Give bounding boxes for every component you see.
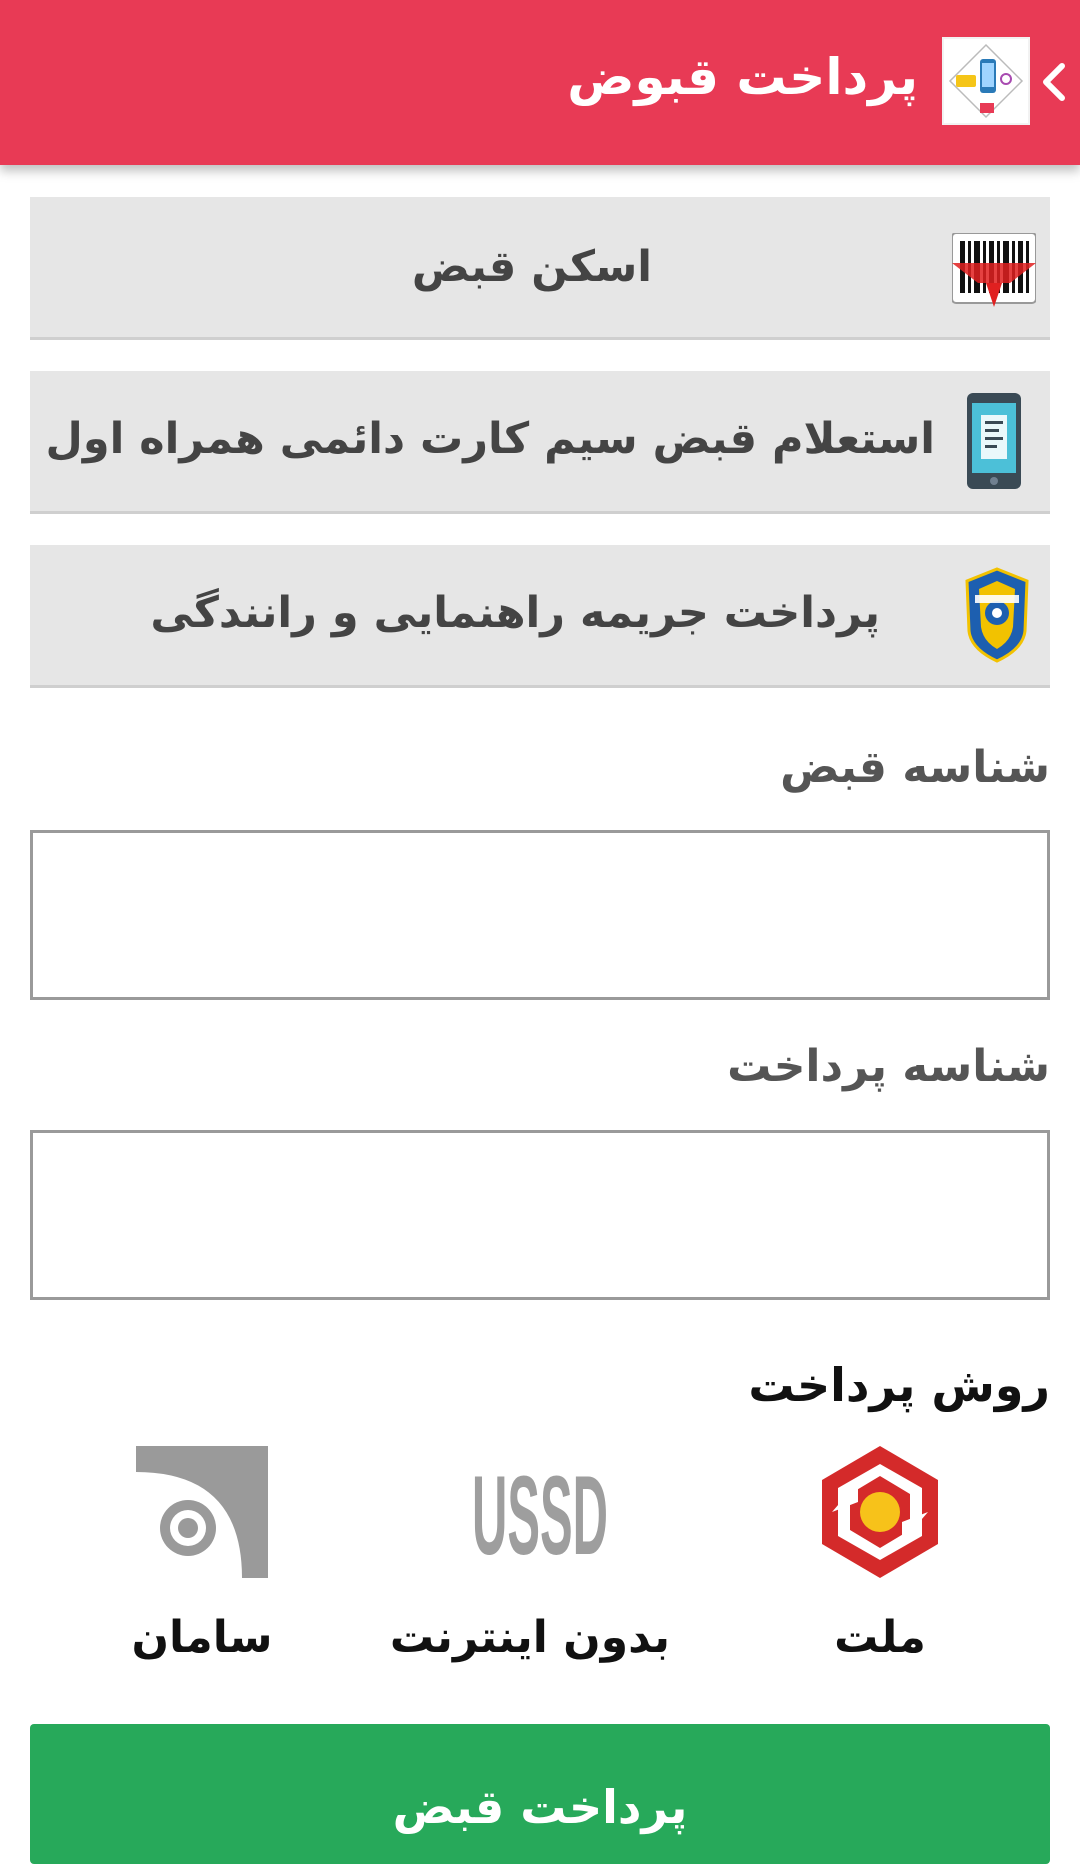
- payment-id-label: شناسه پرداخت: [727, 1041, 1050, 1092]
- mellat-bank-logo: [822, 1446, 938, 1578]
- saman-bank-logo: [136, 1446, 268, 1578]
- pay-bill-label: پرداخت قبض: [392, 1780, 688, 1834]
- page-title: پرداخت قبوض: [567, 48, 918, 106]
- mobile-bill-inquiry-label: استعلام قبض سیم کارت دائمی همراه اول: [45, 414, 935, 464]
- payment-option-label: بدون اینترنت: [389, 1612, 670, 1663]
- traffic-police-icon: [965, 567, 1029, 663]
- chevron-left-icon[interactable]: [1036, 60, 1072, 104]
- mobile-bill-inquiry-button[interactable]: استعلام قبض سیم کارت دائمی همراه اول: [30, 371, 1050, 514]
- payment-option-label: ملت: [834, 1612, 926, 1663]
- payment-id-input[interactable]: [30, 1130, 1050, 1300]
- barcode-scan-icon: [952, 233, 1036, 307]
- bills-app-icon: [942, 37, 1030, 125]
- app-bar: پرداخت قبوض: [0, 0, 1080, 165]
- ussd-logo-text: USSD: [472, 1453, 608, 1578]
- pay-bill-button[interactable]: پرداخت قبض: [30, 1724, 1050, 1864]
- bill-id-label: شناسه قبض: [780, 742, 1050, 793]
- bill-id-input[interactable]: [30, 830, 1050, 1000]
- traffic-fine-label: پرداخت جریمه راهنمایی و رانندگی: [150, 588, 880, 638]
- payment-option-mellat[interactable]: ملت: [750, 1442, 1010, 1682]
- traffic-fine-button[interactable]: پرداخت جریمه راهنمایی و رانندگی: [30, 545, 1050, 688]
- payment-option-saman[interactable]: سامان: [72, 1442, 332, 1682]
- payment-method-title: روش پرداخت: [748, 1358, 1050, 1412]
- scan-bill-label: اسکن قبض: [411, 242, 652, 292]
- mobile-bill-icon: [967, 393, 1021, 489]
- payment-option-ussd[interactable]: USSD بدون اینترنت: [389, 1442, 670, 1682]
- ussd-logo: USSD: [472, 1453, 608, 1578]
- payment-option-label: سامان: [131, 1612, 273, 1663]
- scan-bill-button[interactable]: اسکن قبض: [30, 197, 1050, 340]
